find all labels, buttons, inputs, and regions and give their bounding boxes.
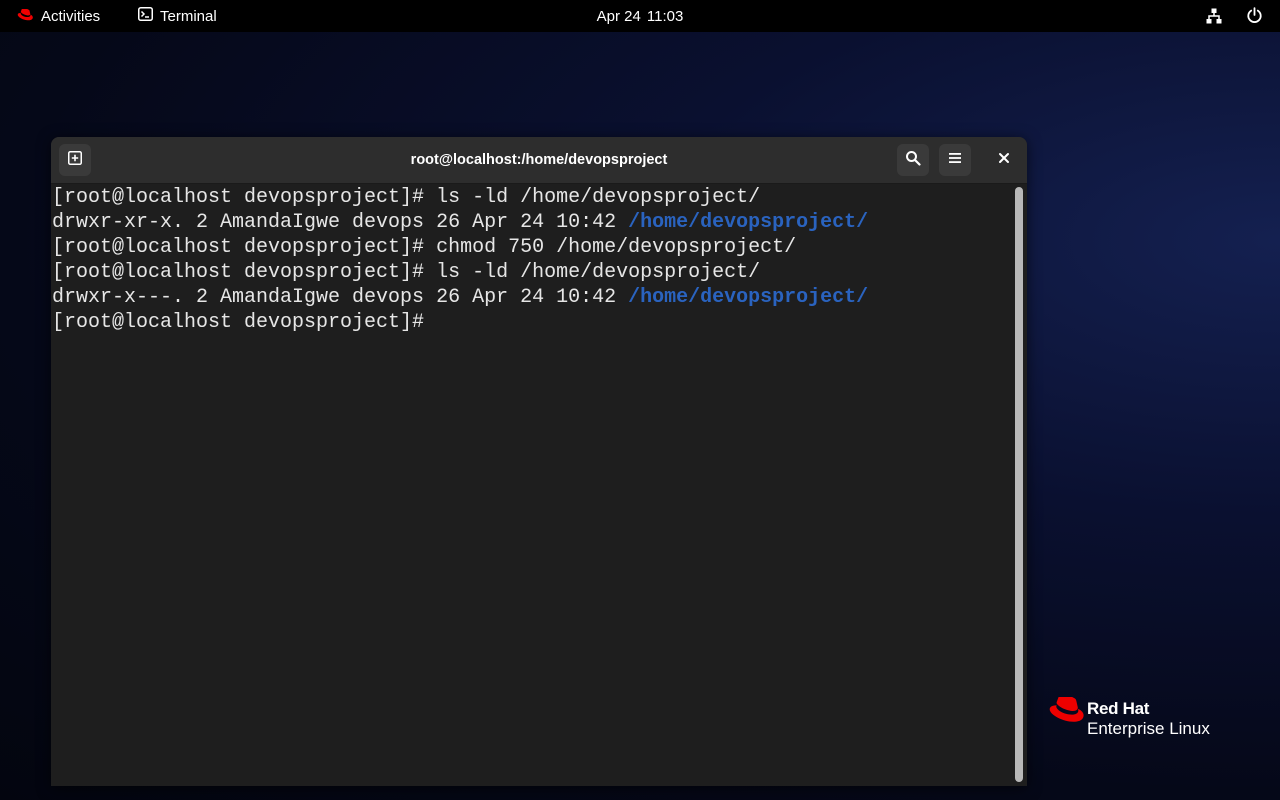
new-tab-icon xyxy=(67,150,83,171)
activities-label: Activities xyxy=(41,7,101,25)
redhat-logo-hat-icon xyxy=(1048,695,1084,723)
search-button[interactable] xyxy=(897,144,929,176)
line-directory: /home/devopsproject/ xyxy=(628,286,869,309)
terminal-scrollbar[interactable] xyxy=(1015,187,1023,782)
network-icon[interactable] xyxy=(1206,8,1222,24)
terminal-line: [root@localhost devopsproject]# ls -ld /… xyxy=(52,185,1012,210)
hamburger-menu-icon xyxy=(948,151,962,169)
terminal-line: drwxr-xr-x. 2 AmandaIgwe devops 26 Apr 2… xyxy=(52,210,1012,235)
window-headerbar[interactable]: root@localhost:/home/devopsproject xyxy=(51,137,1027,184)
product-name: Enterprise Linux xyxy=(1087,719,1210,738)
close-icon xyxy=(998,151,1010,169)
terminal-line: [root@localhost devopsproject]# ls -ld /… xyxy=(52,260,1012,285)
search-icon xyxy=(905,150,921,171)
window-title: root@localhost:/home/devopsproject xyxy=(410,152,668,168)
close-button[interactable] xyxy=(991,147,1017,173)
terminal-line: [root@localhost devopsproject]# chmod 75… xyxy=(52,235,1012,260)
line-text: [root@localhost devopsproject]# ls -ld /… xyxy=(52,261,761,284)
terminal-output[interactable]: [root@localhost devopsproject]# ls -ld /… xyxy=(52,184,1012,785)
clock-time: 11:03 xyxy=(646,7,684,25)
line-text: [root@localhost devopsproject]# xyxy=(52,311,437,334)
redhat-enterprise-linux-logo: Red Hat Enterprise Linux xyxy=(1048,695,1238,745)
top-bar: Activities Terminal Apr 24 11:03 xyxy=(0,0,1280,32)
clock-button[interactable]: Apr 24 11:03 xyxy=(540,0,740,32)
line-text: drwxr-x---. 2 AmandaIgwe devops 26 Apr 2… xyxy=(52,286,629,309)
power-icon[interactable] xyxy=(1246,7,1263,24)
terminal-prompt-line[interactable]: [root@localhost devopsproject]# xyxy=(52,310,1012,335)
menu-button[interactable] xyxy=(939,144,971,176)
new-tab-button[interactable] xyxy=(59,144,91,176)
activities-button[interactable]: Activities xyxy=(17,0,100,32)
line-text: [root@localhost devopsproject]# ls -ld /… xyxy=(52,186,761,209)
terminal-window[interactable]: root@localhost:/home/devopsproject [root… xyxy=(51,137,1027,786)
redhat-hat-icon xyxy=(17,7,33,25)
terminal-line: drwxr-x---. 2 AmandaIgwe devops 26 Apr 2… xyxy=(52,285,1012,310)
line-text: [root@localhost devopsproject]# chmod 75… xyxy=(52,236,797,259)
terminal-icon xyxy=(138,7,153,25)
clock-date: Apr 24 xyxy=(596,7,641,25)
line-directory: /home/devopsproject/ xyxy=(628,211,869,234)
app-menu-terminal[interactable]: Terminal xyxy=(138,0,217,32)
app-name-label: Terminal xyxy=(160,7,217,25)
line-text: drwxr-xr-x. 2 AmandaIgwe devops 26 Apr 2… xyxy=(52,211,629,234)
brand-name: Red Hat xyxy=(1087,699,1150,718)
